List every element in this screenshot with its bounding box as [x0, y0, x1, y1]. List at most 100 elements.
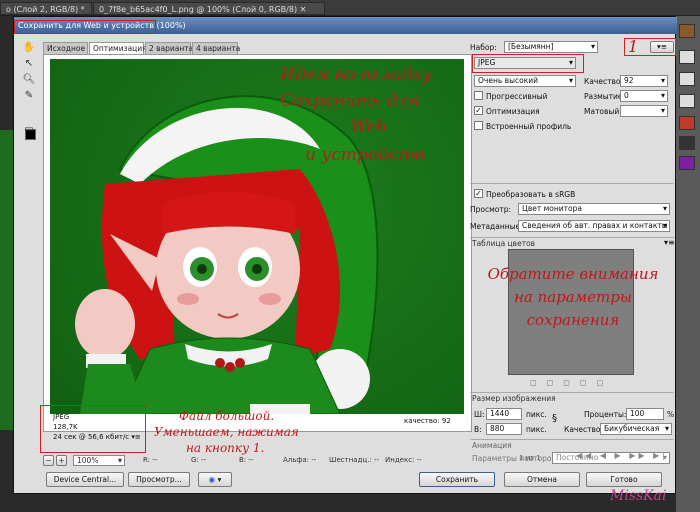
g-readout: G: --	[191, 456, 207, 464]
bottom-annotation-line: Файл большой.	[179, 409, 275, 423]
image-preview-frame: Идем во вкладку Сохранить для Web и устр…	[43, 54, 472, 441]
button-label: Device Central...	[53, 475, 117, 484]
bottom-annotation-line: Уменьшаем, нажимая	[154, 425, 299, 439]
blur-input[interactable]: 0	[620, 90, 668, 102]
embed-profile-checkbox[interactable]	[474, 121, 483, 130]
percent-input[interactable]: 100	[626, 408, 664, 420]
blur-label: Размытие:	[584, 92, 626, 101]
width-value: 1440	[490, 409, 510, 418]
height-input[interactable]: 880	[486, 423, 522, 435]
panel-icon[interactable]	[679, 50, 695, 64]
panel-icon[interactable]	[679, 24, 695, 38]
hex-readout: Шестнадц.: --	[329, 456, 380, 464]
percent-unit: %	[667, 410, 675, 419]
alpha-readout: Альфа: --	[283, 456, 317, 464]
quality-preset-select[interactable]: Очень высокий	[474, 75, 576, 87]
tab-original[interactable]: Исходное	[43, 42, 88, 54]
annotation-line: Web	[350, 117, 388, 137]
quality-value: 92	[624, 76, 634, 85]
tab-label: Исходное	[47, 44, 86, 53]
device-central-button[interactable]: Device Central...	[46, 472, 124, 487]
convert-srgb-checkbox[interactable]: ✓	[474, 189, 483, 198]
metadata-value: Сведения об авт. правах и контакты	[522, 221, 668, 230]
zoom-out-button[interactable]: −	[43, 455, 54, 466]
annotation-line: Идем во вкладку	[280, 65, 433, 85]
preview-label: Просмотр:	[470, 205, 512, 214]
toggle-slices-icon[interactable]: ▭	[21, 123, 37, 137]
resample-select[interactable]: Бикубическая	[600, 423, 672, 435]
tab-4-up[interactable]: 4 варианта	[192, 42, 240, 54]
preset-label: Набор:	[470, 43, 497, 52]
zoom-value: 100%	[77, 456, 99, 465]
color-table-menu-icon[interactable]: ▾≡	[664, 238, 675, 247]
preset-value: [Безымянн]	[508, 42, 554, 51]
panel-icon[interactable]	[679, 116, 695, 130]
convert-srgb-label: Преобразовать в sRGB	[486, 190, 576, 199]
preview-value: Цвет монитора	[522, 204, 582, 213]
background-tab-bar: о (Слой 2, RGB/8) * 0_7f8e_b65ac4f0_L.pn…	[0, 0, 700, 16]
elf-illustration	[75, 95, 379, 414]
background-doc-tab[interactable]: 0_7f8e_b65ac4f0_L.png @ 100% (Слой 0, RG…	[93, 2, 325, 15]
embed-profile-label: Встроенный профиль	[486, 122, 572, 131]
zoom-in-button[interactable]: +	[56, 455, 67, 466]
height-value: 880	[490, 424, 505, 433]
done-button[interactable]: Готово	[586, 472, 662, 487]
panel-icon[interactable]	[679, 94, 695, 108]
width-unit: пикс.	[526, 410, 547, 419]
button-label: Готово	[610, 475, 638, 484]
eyedropper-tool-icon[interactable]: ✎	[21, 89, 37, 103]
doc-tab-label: о (Слой 2, RGB/8) *	[6, 5, 85, 14]
elf-girl-preview-image[interactable]: Идем во вкладку Сохранить для Web и устр…	[50, 59, 464, 414]
r-readout: R: --	[143, 456, 158, 464]
animation-controls[interactable]: ◀◀ ◀ ▶ ▶▶ ▶|	[576, 451, 672, 463]
save-button[interactable]: Сохранить	[419, 472, 495, 487]
matte-select[interactable]	[620, 105, 668, 117]
quality-input[interactable]: 92	[620, 75, 668, 87]
slice-select-tool-icon[interactable]: ↖	[21, 57, 37, 71]
animation-title: Анимация	[472, 441, 512, 450]
metadata-label: Метаданные:	[470, 222, 523, 231]
percent-value: 100	[630, 409, 645, 418]
dialog-button-bar: Device Central... Просмотр... ◉ ▾ Сохран…	[14, 467, 677, 495]
progressive-checkbox[interactable]	[474, 91, 483, 100]
tab-label: 2 варианта	[149, 44, 194, 53]
browser-select-button[interactable]: ◉ ▾	[198, 472, 232, 487]
preview-button[interactable]: Просмотр...	[128, 472, 190, 487]
title-highlight-box	[14, 20, 156, 34]
progressive-label: Прогрессивный	[486, 92, 548, 101]
optimized-label: Оптимизация	[486, 107, 540, 116]
signature: MissKai	[610, 488, 667, 504]
right-annotation-line: на параметры	[513, 288, 633, 306]
image-size-title: Размер изображения	[472, 394, 556, 403]
background-doc-tab[interactable]: о (Слой 2, RGB/8) *	[0, 2, 92, 15]
preset-select[interactable]: [Безымянн]	[504, 41, 598, 53]
percent-label: Проценты:	[584, 410, 627, 419]
link-icon[interactable]: §	[552, 413, 557, 424]
tab-optimized[interactable]: Оптимизация	[89, 42, 147, 54]
right-annotation-line: сохранения	[526, 311, 620, 329]
annotation-line: Сохранить для	[280, 91, 420, 111]
zoom-select[interactable]: 100%	[73, 455, 125, 466]
width-input[interactable]: 1440	[486, 408, 522, 420]
resample-value: Бикубическая	[604, 424, 660, 433]
panel-icon[interactable]	[679, 136, 695, 150]
height-label: В:	[474, 425, 482, 434]
matte-label: Матовый:	[584, 107, 622, 116]
panel-icon[interactable]	[679, 156, 695, 170]
panel-icon[interactable]	[679, 72, 695, 86]
divider	[470, 439, 674, 440]
annotation-line: и устройств	[305, 145, 425, 165]
width-label: Ш:	[474, 410, 485, 419]
optimized-checkbox[interactable]: ✓	[474, 106, 483, 115]
preview-select[interactable]: Цвет монитора	[518, 203, 670, 215]
zoom-tool-icon[interactable]: 🔍︎	[21, 73, 37, 87]
hand-tool-icon[interactable]: ✋	[21, 41, 37, 55]
height-unit: пикс.	[526, 425, 547, 434]
tab-2-up[interactable]: 2 варианта	[145, 42, 194, 54]
cancel-button[interactable]: Отмена	[504, 472, 580, 487]
button-label: Отмена	[526, 475, 558, 484]
color-table-tool-icons[interactable]: ◻◻◻◻◻	[530, 378, 630, 387]
metadata-select[interactable]: Сведения об авт. правах и контакты	[518, 220, 670, 232]
tab-label: Оптимизация	[93, 44, 147, 53]
loop-label: Параметры повторов:	[472, 454, 559, 463]
